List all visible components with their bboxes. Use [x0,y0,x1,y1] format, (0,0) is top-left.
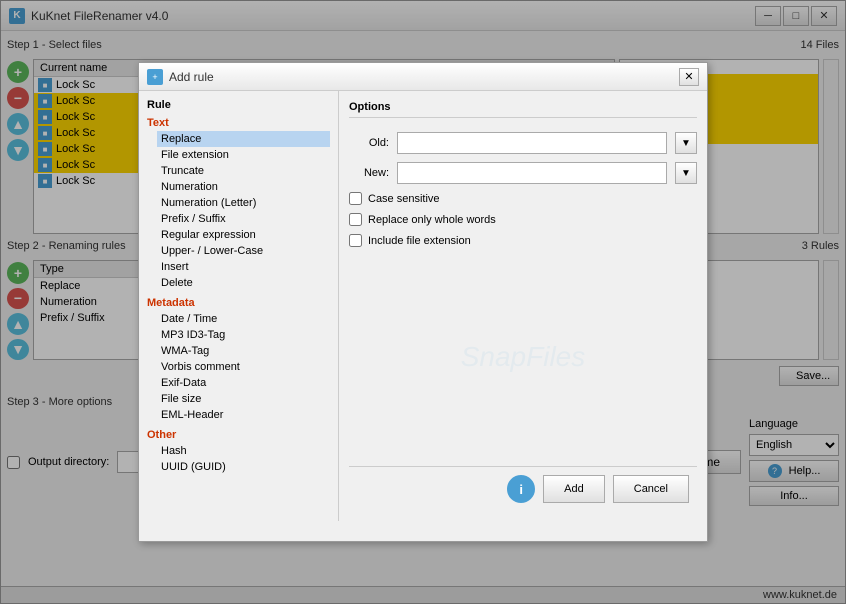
rule-mp3-id3-tag[interactable]: MP3 ID3-Tag [157,327,330,343]
rule-numeration-letter[interactable]: Numeration (Letter) [157,195,330,211]
rule-delete[interactable]: Delete [157,275,330,291]
rule-eml-header[interactable]: EML-Header [157,407,330,423]
new-dropdown[interactable]: ▼ [675,162,697,184]
old-label: Old: [349,137,389,149]
rule-numeration[interactable]: Numeration [157,179,330,195]
case-sensitive-label: Case sensitive [368,193,440,205]
rule-category-text: Text [147,117,330,129]
rule-uuid[interactable]: UUID (GUID) [157,459,330,475]
modal-add-button[interactable]: Add [543,475,605,503]
rule-panel-header: Rule [147,99,330,111]
rule-file-size[interactable]: File size [157,391,330,407]
case-sensitive-checkbox[interactable] [349,192,362,205]
rule-hash[interactable]: Hash [157,443,330,459]
modal-overlay: + Add rule ✕ Rule Text Replace File exte… [0,0,846,604]
rule-file-extension[interactable]: File extension [157,147,330,163]
include-file-extension-checkbox[interactable] [349,234,362,247]
modal-title-left: + Add rule [147,69,214,85]
case-sensitive-row: Case sensitive [349,192,697,205]
replace-whole-words-row: Replace only whole words [349,213,697,226]
rule-wma-tag[interactable]: WMA-Tag [157,343,330,359]
new-label: New: [349,167,389,179]
rule-upper-lower-case[interactable]: Upper- / Lower-Case [157,243,330,259]
modal-footer: i Add Cancel [349,466,697,511]
modal-body: Rule Text Replace File extension Truncat… [139,91,707,521]
replace-whole-words-label: Replace only whole words [368,214,496,226]
watermark-text: SnapFiles [461,341,586,373]
info-icon: i [519,482,523,497]
other-rule-list: Hash UUID (GUID) [147,443,330,475]
rule-exif-data[interactable]: Exif-Data [157,375,330,391]
modal-info-button[interactable]: i [507,475,535,503]
rule-prefix-suffix[interactable]: Prefix / Suffix [157,211,330,227]
replace-whole-words-checkbox[interactable] [349,213,362,226]
new-input[interactable] [397,162,667,184]
watermark: SnapFiles [349,255,697,458]
modal-close-button[interactable]: ✕ [679,68,699,86]
rule-date-time[interactable]: Date / Time [157,311,330,327]
include-file-extension-label: Include file extension [368,235,471,247]
old-input[interactable] [397,132,667,154]
metadata-rule-list: Date / Time MP3 ID3-Tag WMA-Tag Vorbis c… [147,311,330,423]
old-dropdown[interactable]: ▼ [675,132,697,154]
include-file-extension-row: Include file extension [349,234,697,247]
rule-truncate[interactable]: Truncate [157,163,330,179]
rule-regular-expression[interactable]: Regular expression [157,227,330,243]
modal-icon: + [147,69,163,85]
options-panel: Options Old: ▼ New: ▼ Case sensitive [339,91,707,521]
modal-title: Add rule [169,70,214,84]
rule-panel: Rule Text Replace File extension Truncat… [139,91,339,521]
text-rule-list: Replace File extension Truncate Numerati… [147,131,330,291]
old-option-row: Old: ▼ [349,132,697,154]
rule-category-metadata: Metadata [147,297,330,309]
rule-insert[interactable]: Insert [157,259,330,275]
new-option-row: New: ▼ [349,162,697,184]
rule-replace[interactable]: Replace [157,131,330,147]
options-header: Options [349,101,697,118]
modal-cancel-button[interactable]: Cancel [613,475,689,503]
rule-category-other: Other [147,429,330,441]
add-rule-modal: + Add rule ✕ Rule Text Replace File exte… [138,62,708,542]
rule-vorbis-comment[interactable]: Vorbis comment [157,359,330,375]
modal-title-bar: + Add rule ✕ [139,63,707,91]
